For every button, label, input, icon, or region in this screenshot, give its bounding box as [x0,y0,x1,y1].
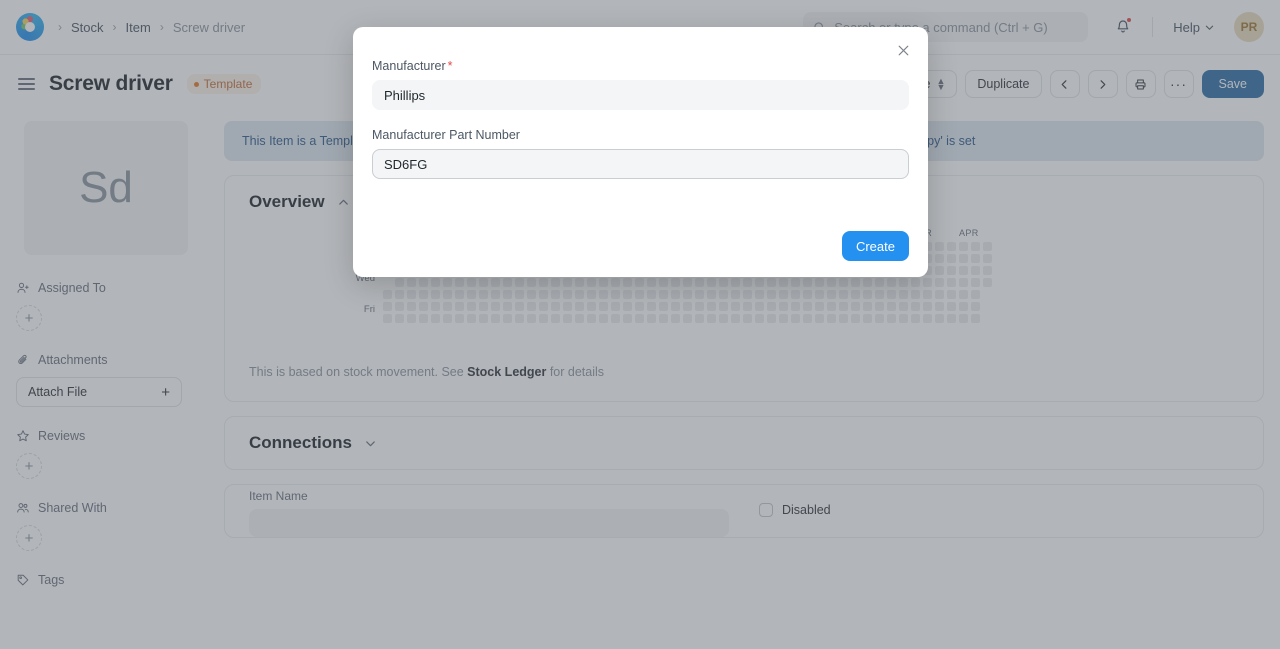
required-asterisk: * [448,59,453,73]
modal-close-button[interactable] [892,39,914,61]
create-button[interactable]: Create [842,231,909,261]
modal-footer: Create [842,231,909,261]
manufacturer-label-text: Manufacturer [372,59,446,73]
manufacturer-part-number-field: Manufacturer Part Number SD6FG [372,128,909,179]
manufacturer-field: Manufacturer* Phillips [372,59,909,110]
new-manufacturer-modal: Manufacturer* Phillips Manufacturer Part… [353,27,928,277]
manufacturer-label: Manufacturer* [372,59,909,73]
manufacturer-part-number-label: Manufacturer Part Number [372,128,909,142]
modal-body: Manufacturer* Phillips Manufacturer Part… [353,27,928,179]
close-icon [896,43,911,58]
manufacturer-input[interactable]: Phillips [372,80,909,110]
manufacturer-part-number-input[interactable]: SD6FG [372,149,909,179]
